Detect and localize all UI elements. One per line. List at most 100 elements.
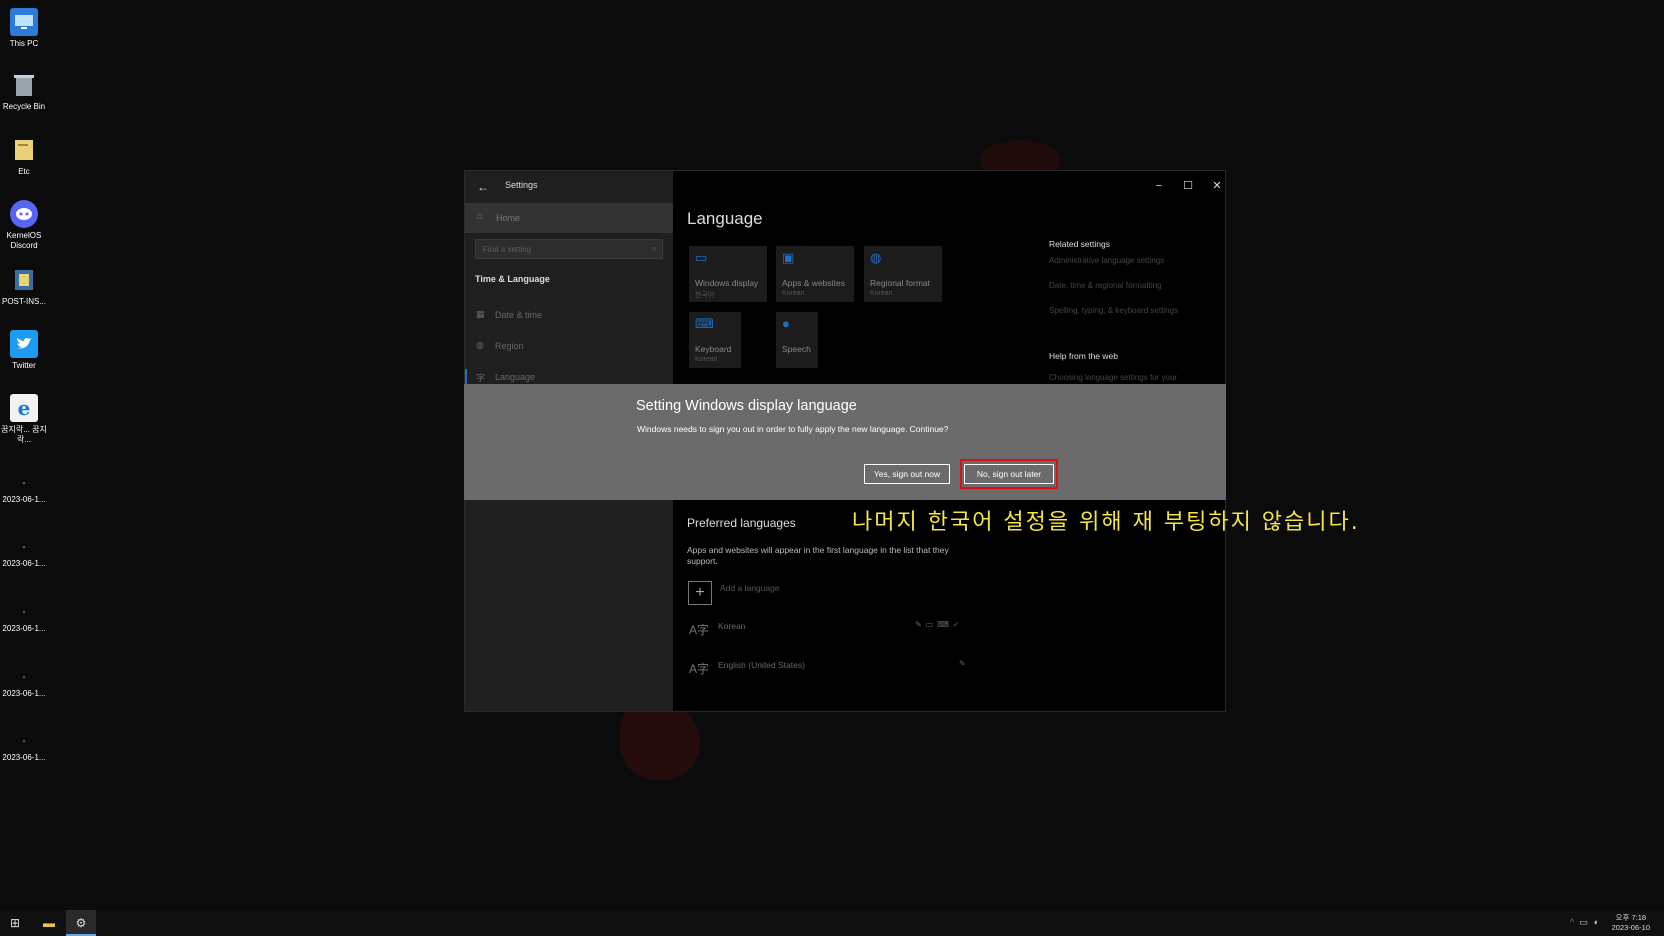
desktop-icon-discord[interactable]: KernelOS Discord [0,200,48,251]
wallpaper-shape [620,700,700,780]
tile-keyboard[interactable]: ⌨ Keyboard Korean [689,312,741,368]
tile-windows-display[interactable]: ▭ Windows display 한국어 [689,246,767,302]
dialog-title: Setting Windows display language [636,398,857,414]
desktop-icon-file-2[interactable]: ▪ 2023-06-1... [0,538,48,569]
volume-icon: ◖ [1592,917,1604,927]
search-input[interactable]: Find a setting ⌕ [475,239,663,259]
window-title: Settings [505,180,538,190]
clock-time: 오후 7:18 [1615,913,1647,922]
tile-sublabel: Korean [870,290,893,297]
file-icon: ▪ [22,672,26,682]
sidebar-item-date-time[interactable]: ▦ Date & time [465,305,673,327]
file-explorer-button[interactable]: ▬ [34,910,64,936]
close-icon: ✕ [1212,180,1222,192]
globe-icon: ◍ [870,250,882,265]
clock-date: 2023-06-10 [1611,923,1650,932]
desktop-icon-ie-shortcut[interactable]: e 꿈지락... 꿈지락... [0,394,48,445]
language-capabilities-icons: ✎▭⌨✓ [915,620,964,629]
help-heading: Help from the web [1049,351,1118,361]
monitor-icon: ▭ [695,250,708,265]
calendar-clock-icon: ▦ [476,309,485,319]
sidebar-item-label: Date & time [495,310,543,320]
sign-out-now-button[interactable]: Yes, sign out now [864,464,950,484]
tile-sublabel: Korean [782,290,805,297]
preferred-languages-description: Apps and websites will appear in the fir… [687,545,949,566]
preferred-languages-heading: Preferred languages [687,516,796,530]
desktop-icon-file-4[interactable]: ▪ 2023-06-1... [0,668,48,699]
search-icon: ⌕ [651,243,657,253]
tile-sublabel: 한국어 [695,292,715,299]
recycle-bin-icon [10,71,38,99]
taskbar: ⊞ ▬ ⚙ ^▭◖ 오후 7:18 2023-06-10 [0,910,1664,936]
tile-regional-format[interactable]: ◍ Regional format Korean [864,246,942,302]
twitter-icon [10,330,38,358]
sidebar-item-home[interactable]: ⌂ Home [465,203,673,233]
annotation-text: 나머지 한국어 설정을 위해 재 부팅하지 않습니다. [852,510,1360,535]
add-language-label[interactable]: Add a language [720,583,780,593]
file-icon: ▪ [22,542,26,552]
tile-apps-websites[interactable]: ▣ Apps & websites Korean [776,246,854,302]
language-name: English (United States) [718,660,805,670]
desktop-icon-recycle-bin[interactable]: Recycle Bin [0,71,48,112]
page-title: Language [687,209,763,228]
link-date-time-regional[interactable]: Date, time & regional formatting [1049,281,1162,290]
highlight-annotation-box [960,459,1058,489]
windows-logo-icon: ⊞ [9,916,21,930]
start-button[interactable]: ⊞ [0,910,30,936]
keyboard-icon: ⌨ [695,316,714,331]
tile-label: Windows display [695,278,759,288]
desktop-icon-post-install[interactable]: POST-INS... [0,266,48,307]
sign-out-dialog: Setting Windows display language Windows… [464,384,1226,500]
language-icon: A字 [689,623,710,637]
desktop-icon-etc[interactable]: Etc [0,136,48,177]
home-icon: ⌂ [477,211,484,222]
desktop-icon-this-pc[interactable]: This PC [0,8,48,49]
tile-sublabel: Korean [695,356,718,363]
arrow-left-icon: ← [477,180,489,194]
tile-speech[interactable]: ● Speech [776,312,818,368]
maximize-icon: ☐ [1183,180,1193,192]
desktop-icon-file-5[interactable]: ▪ 2023-06-1... [0,732,48,763]
desktop-icon-twitter[interactable]: Twitter [0,330,48,371]
dialog-message: Windows needs to sign you out in order t… [637,424,949,434]
language-icon: 字 [476,373,486,383]
sidebar-item-label: Home [496,213,521,223]
desktop-icon-file-3[interactable]: ▪ 2023-06-1... [0,603,48,634]
sidebar-section-title: Time & Language [475,274,550,284]
link-help-language-settings[interactable]: Choosing language settings for your [1049,373,1177,382]
add-language-button[interactable]: + [688,581,712,605]
language-name: Korean [718,621,746,631]
chevron-up-icon: ^ [1570,917,1580,927]
tile-label: Apps & websites [782,278,845,288]
tile-label: Keyboard [695,344,732,354]
maximize-button[interactable]: ☐ [1176,175,1200,197]
network-icon: ▭ [1579,917,1593,927]
link-spelling-typing-keyboard[interactable]: Spelling, typing, & keyboard settings [1049,306,1178,315]
language-capabilities-icons: ✎ [959,659,970,668]
microphone-icon: ● [782,316,790,331]
internet-explorer-icon: e [10,394,38,422]
computer-icon [10,8,38,36]
plus-icon: + [695,584,705,601]
back-button[interactable]: ← [473,177,493,197]
settings-taskbar-button[interactable]: ⚙ [66,910,96,936]
link-administrative-language[interactable]: Administrative language settings [1049,256,1164,265]
folder-icon: ▬ [43,916,55,930]
related-settings-heading: Related settings [1049,239,1110,249]
globe-icon: ◍ [476,340,484,350]
folder-icon [10,136,38,164]
system-tray[interactable]: ^▭◖ [1570,917,1603,928]
tile-label: Regional format [870,278,931,288]
close-button[interactable]: ✕ [1205,175,1229,197]
taskbar-clock[interactable]: 오후 7:18 2023-06-10 [1612,913,1650,933]
gear-icon: ⚙ [75,916,87,930]
minimize-button[interactable]: − [1147,175,1171,197]
language-icon: A字 [689,662,710,676]
browser-window-icon: ▣ [782,250,795,265]
minimize-icon: − [1155,180,1163,192]
sidebar-item-label: Region [495,341,524,351]
file-icon: ▪ [22,478,26,488]
desktop-icon-file-1[interactable]: ▪ 2023-06-1... [0,474,48,505]
sidebar-item-region[interactable]: ◍ Region [465,336,673,358]
title-bar: ← Settings − ☐ ✕ [465,171,1225,203]
